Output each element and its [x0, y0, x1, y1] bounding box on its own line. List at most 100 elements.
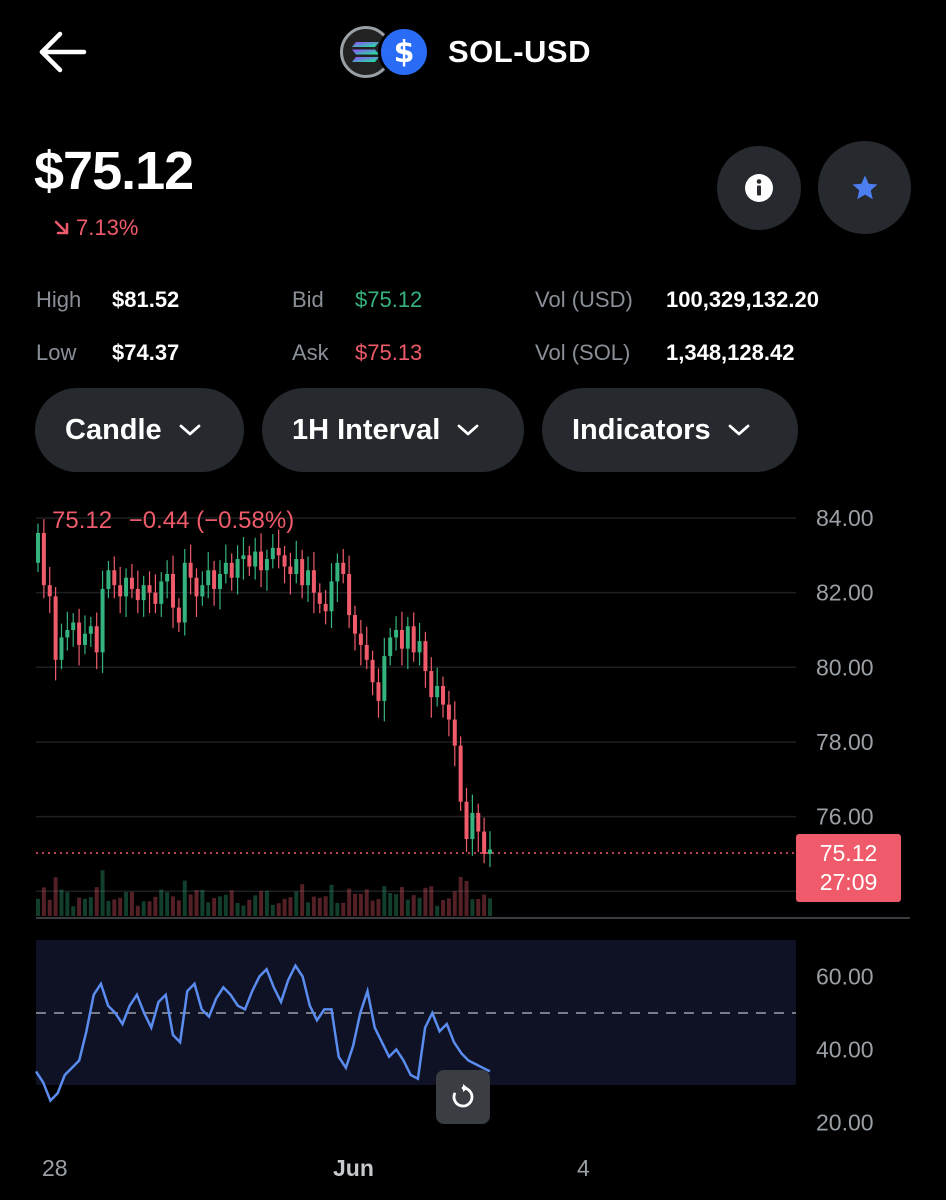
volume-bar — [229, 890, 234, 916]
legend-price: 75.12 — [52, 507, 112, 534]
pair-title: SOL-USD — [448, 34, 591, 69]
rsi-tick-label: 40.00 — [816, 1037, 874, 1063]
candle — [165, 573, 170, 582]
bid-label: Bid — [292, 287, 324, 312]
volume-bar — [347, 888, 352, 916]
info-button[interactable] — [717, 146, 801, 230]
volume-bars — [36, 870, 492, 916]
volume-bar — [53, 877, 58, 916]
price-tag-value: 75.12 — [819, 840, 878, 866]
arrow-left-icon — [39, 31, 87, 73]
candle — [317, 592, 322, 604]
candle — [65, 629, 70, 638]
volume-bar — [405, 899, 410, 916]
volume-bar — [441, 900, 446, 916]
candle — [141, 585, 146, 601]
volume-bar — [165, 892, 170, 916]
rsi-tick-label: 20.00 — [816, 1110, 874, 1136]
candle — [88, 626, 93, 634]
volume-bar — [458, 877, 463, 916]
volume-bar — [118, 897, 123, 916]
volume-bar — [194, 890, 199, 916]
volume-bar — [159, 889, 164, 916]
candle — [405, 626, 410, 649]
ask-label: Ask — [292, 340, 329, 365]
chart-type-label: Candle — [65, 413, 162, 446]
price-change-value: 7.13% — [76, 215, 139, 240]
volume-bar — [188, 894, 193, 916]
volume-bar — [264, 890, 269, 916]
legend-change: −0.44 (−0.58%) — [129, 507, 294, 534]
candle — [329, 581, 334, 612]
candle — [394, 629, 399, 638]
price-tick-label: 80.00 — [816, 654, 874, 680]
volume-bar — [282, 898, 287, 916]
volume-bar — [429, 886, 434, 916]
pair-header: $ SOL-USD — [340, 24, 591, 80]
candle — [247, 555, 252, 567]
volume-bar — [394, 894, 399, 916]
volume-bar — [253, 895, 258, 916]
candle — [370, 659, 375, 683]
candle — [176, 607, 181, 623]
price-tick-label: 84.00 — [816, 505, 874, 531]
volume-bar — [388, 893, 393, 916]
candle — [118, 585, 123, 597]
candle — [270, 547, 275, 560]
rsi-axis: 60.00 40.00 20.00 — [816, 964, 874, 1136]
price-tick-label: 82.00 — [816, 580, 874, 606]
candle — [71, 622, 76, 630]
candle — [59, 637, 64, 660]
volume-bar — [417, 897, 422, 916]
volume-bar — [470, 899, 475, 916]
low-label: Low — [36, 340, 77, 365]
volume-bar — [77, 897, 82, 916]
candle — [452, 719, 457, 746]
volume-bar — [311, 896, 316, 916]
candle — [300, 559, 305, 586]
chart-type-dropdown[interactable]: Candle — [35, 388, 244, 472]
volume-bar — [235, 903, 240, 916]
volume-bar — [147, 901, 152, 916]
volume-bar — [217, 896, 222, 916]
x-axis-label: 4 — [577, 1155, 590, 1181]
volume-bar — [488, 898, 492, 916]
candle — [376, 682, 381, 701]
volume-bar — [435, 905, 440, 916]
interval-dropdown[interactable]: 1H Interval — [262, 388, 524, 472]
volume-bar — [370, 900, 375, 916]
chart-legend: 75.12 −0.44 (−0.58%) — [52, 507, 294, 534]
candle — [282, 555, 287, 567]
volume-bar — [176, 900, 181, 916]
volume-bar — [452, 891, 457, 916]
volume-bar — [294, 891, 299, 916]
price-chart[interactable]: 84.0082.0080.0078.0076.0074.00 60.0040.0… — [0, 490, 946, 1150]
indicators-dropdown[interactable]: Indicators — [542, 388, 798, 472]
candle — [223, 562, 228, 574]
candle — [47, 585, 52, 597]
volume-bar — [476, 899, 481, 916]
volume-bar — [129, 891, 134, 916]
candle — [358, 633, 363, 645]
volume-bar — [82, 898, 87, 916]
arrow-down-right-icon — [54, 220, 69, 235]
candle — [259, 551, 264, 571]
reset-icon — [452, 1084, 474, 1108]
price-tag-countdown: 27:09 — [819, 869, 878, 895]
volume-bar — [135, 905, 140, 916]
vol-sol-value: 1,348,128.42 — [666, 340, 795, 365]
volume-bar — [276, 903, 281, 916]
candle — [464, 801, 469, 840]
candle — [306, 570, 311, 586]
volume-bar — [259, 891, 264, 916]
volume-bar — [306, 902, 311, 916]
back-button[interactable] — [34, 26, 90, 78]
price-tick-label: 76.00 — [816, 804, 874, 830]
favorite-button[interactable] — [818, 141, 911, 234]
reset-chart-button[interactable] — [436, 1070, 490, 1124]
volume-bar — [329, 884, 334, 916]
volume-bar — [300, 884, 305, 916]
candle — [470, 812, 475, 840]
candle — [112, 570, 117, 586]
chevron-down-icon — [457, 424, 479, 436]
